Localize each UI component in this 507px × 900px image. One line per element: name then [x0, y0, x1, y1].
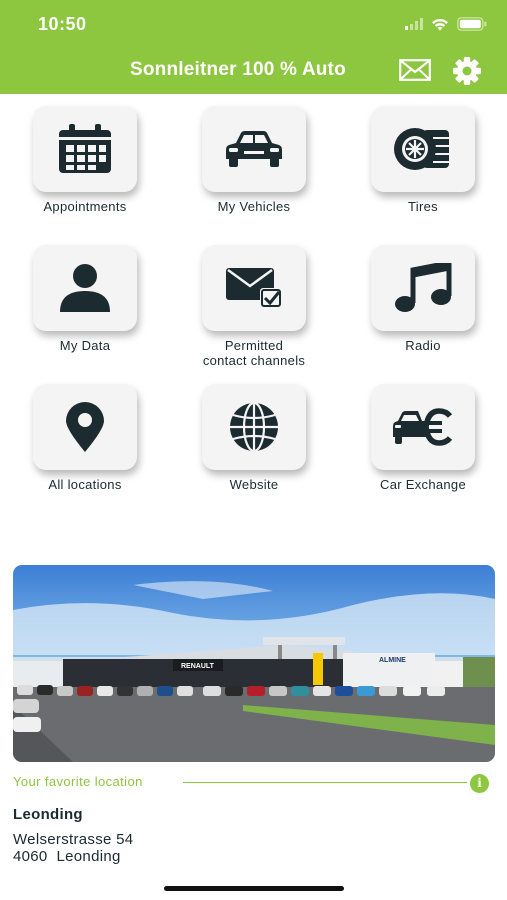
tile-label: Tires [408, 199, 438, 214]
mail-check-icon [226, 268, 282, 308]
building-sign: ALMINE [379, 657, 406, 664]
tile-box [33, 106, 137, 192]
settings-button[interactable] [452, 56, 482, 91]
tile-box [33, 245, 137, 331]
tile-my-data[interactable]: My Data [0, 245, 170, 353]
status-icons [405, 14, 487, 34]
tile-label: My Vehicles [217, 199, 291, 214]
tile-permitted-contact-channels[interactable]: Permitted contact channels [169, 245, 339, 368]
tile-box [371, 106, 475, 192]
tile-label: Car Exchange [380, 477, 466, 492]
person-icon [60, 264, 110, 312]
tile-label: Appointments [43, 199, 127, 214]
tile-box [202, 245, 306, 331]
tile-label: Website [229, 477, 279, 492]
wifi-icon [432, 18, 448, 30]
car-euro-icon [393, 408, 453, 446]
tire-icon [394, 128, 449, 170]
map-pin-icon [66, 402, 104, 452]
tile-website[interactable]: Website [169, 384, 339, 492]
tile-box [33, 384, 137, 470]
favorite-location-label: Your favorite location [13, 774, 143, 789]
info-button[interactable]: i [470, 774, 489, 793]
tile-radio[interactable]: Radio [338, 245, 507, 353]
tile-my-vehicles[interactable]: My Vehicles [169, 106, 339, 214]
mail-button[interactable] [399, 56, 431, 86]
tile-box [371, 245, 475, 331]
tile-label: My Data [59, 338, 111, 353]
app-title: Sonnleitner 100 % Auto [130, 59, 346, 80]
car-icon [226, 131, 282, 167]
tile-label: Radio [405, 338, 441, 353]
tile-all-locations[interactable]: All locations [0, 384, 170, 492]
location-street: Welserstrasse 54 [13, 831, 134, 848]
info-icon: i [477, 776, 482, 790]
location-name: Leonding [13, 806, 83, 823]
status-time: 10:50 [38, 14, 87, 34]
app-header: 10:50 Sonnleitner 100 % Auto [0, 0, 507, 94]
home-indicator[interactable] [164, 886, 344, 891]
dealership-image: RENAULT ALMINE [13, 565, 495, 762]
gear-icon [453, 57, 481, 85]
battery-icon [457, 17, 487, 31]
tile-appointments[interactable]: Appointments [0, 106, 170, 214]
tile-box [202, 106, 306, 192]
location-photo[interactable]: RENAULT ALMINE [13, 565, 495, 762]
signal-icon [405, 18, 423, 30]
tile-label: Permitted contact channels [202, 338, 306, 368]
calendar-icon [59, 124, 111, 173]
tile-label: All locations [48, 477, 122, 492]
mail-icon [399, 59, 431, 81]
location-city: 4060 Leonding [13, 848, 121, 865]
globe-icon [230, 402, 278, 452]
favorite-location-header: Your favorite location i [13, 773, 495, 793]
divider [183, 782, 467, 783]
tile-tires[interactable]: Tires [338, 106, 507, 214]
dealer-sign: RENAULT [181, 663, 215, 670]
music-note-icon [395, 263, 452, 312]
tile-box [202, 384, 306, 470]
tile-car-exchange[interactable]: Car Exchange [338, 384, 507, 492]
tile-box [371, 384, 475, 470]
